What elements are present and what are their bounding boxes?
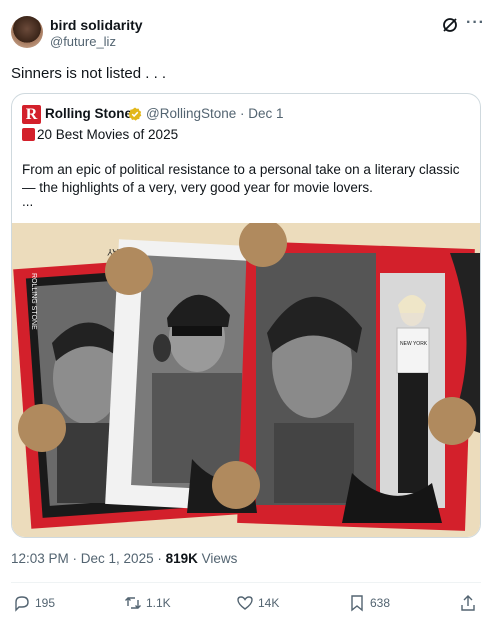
heart-icon bbox=[237, 596, 253, 610]
share-icon bbox=[461, 595, 475, 611]
quote-ellipsis: ... bbox=[22, 194, 34, 209]
quote-title-text: 20 Best Movies of 2025 bbox=[37, 127, 179, 142]
reply-count: 195 bbox=[35, 596, 56, 610]
like-button[interactable]: 14K bbox=[236, 594, 279, 612]
quote-body: From an epic of political resistance to … bbox=[22, 162, 460, 195]
views-label: Views bbox=[197, 551, 238, 566]
author-name[interactable]: bird solidarity bbox=[50, 17, 143, 33]
grok-icon[interactable] bbox=[441, 16, 459, 34]
timestamp[interactable]: 12:03 PM · Dec 1, 2025 · bbox=[11, 551, 166, 566]
quote-title: 20 Best Movies of 2025 bbox=[22, 127, 178, 142]
author-handle[interactable]: @future_liz bbox=[50, 34, 116, 49]
bookmark-button[interactable]: 638 bbox=[348, 594, 390, 612]
views-count: 819K bbox=[165, 551, 198, 566]
more-options-icon[interactable]: ··· bbox=[466, 14, 485, 32]
retweet-icon bbox=[125, 597, 141, 609]
rolling-stone-logo: R bbox=[22, 105, 41, 124]
retweet-count: 1.1K bbox=[146, 596, 171, 610]
side-text: ROLLING STONE bbox=[30, 273, 37, 330]
retweet-button[interactable]: 1.1K bbox=[124, 594, 171, 612]
siren-icon bbox=[22, 128, 35, 141]
reply-icon bbox=[15, 596, 29, 612]
shirt-text: NEW YORK bbox=[400, 341, 428, 347]
reply-button[interactable]: 195 bbox=[13, 594, 55, 612]
quote-author-name[interactable]: Rolling Stone bbox=[45, 106, 132, 121]
quote-image[interactable]: MAY NEW YORK ROLLING STONE bbox=[12, 223, 480, 537]
like-count: 14K bbox=[258, 596, 280, 610]
quoted-tweet[interactable]: R Rolling Stone @RollingStone · Dec 1 20… bbox=[11, 93, 481, 538]
avatar[interactable] bbox=[11, 16, 43, 48]
divider bbox=[11, 582, 481, 583]
bookmark-count: 638 bbox=[370, 596, 391, 610]
movie-collage: MAY NEW YORK ROLLING STONE bbox=[13, 223, 480, 531]
quote-handle-date[interactable]: @RollingStone · Dec 1 bbox=[146, 106, 284, 121]
verified-badge-icon bbox=[128, 107, 142, 121]
tweet-text: Sinners is not listed . . . bbox=[11, 65, 167, 82]
timestamp-row: 12:03 PM · Dec 1, 2025 · 819K Views bbox=[11, 551, 237, 566]
bookmark-icon bbox=[351, 595, 363, 612]
share-button[interactable] bbox=[459, 594, 481, 612]
